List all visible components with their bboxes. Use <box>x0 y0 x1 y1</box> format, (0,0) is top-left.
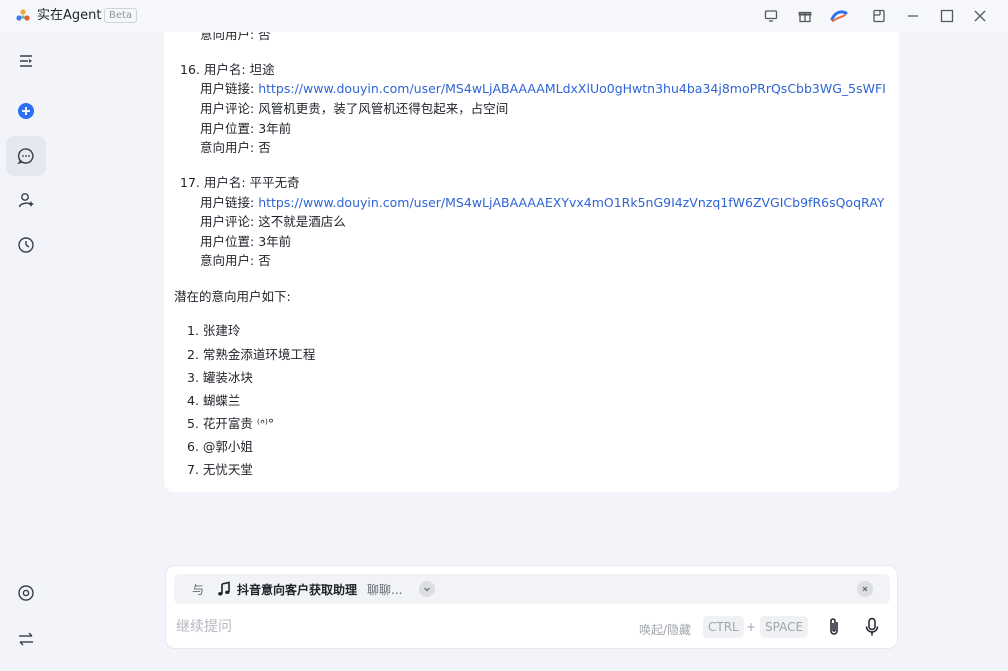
music-note-icon <box>218 581 230 596</box>
menu-collapse-icon[interactable] <box>6 41 46 81</box>
user-link-line: 用户链接: https://www.douyin.com/user/MS4wLj… <box>200 195 885 210</box>
sidebar <box>0 32 52 671</box>
user-comment-line: 用户评论: 风管机更贵，装了风管机还得包起来，占空间 <box>200 101 509 116</box>
new-chat-icon[interactable] <box>6 91 46 131</box>
plus-sign: + <box>746 620 757 634</box>
user-intent-line: 意向用户: 否 <box>200 140 271 155</box>
brand-swirl-icon[interactable] <box>829 6 849 26</box>
space-key: SPACE <box>760 616 809 638</box>
close-icon[interactable] <box>970 6 990 26</box>
app-title: 实在Agent <box>37 8 102 23</box>
partial-intent-line: 意向用户: 否 <box>200 32 271 42</box>
microphone-icon[interactable] <box>861 616 883 638</box>
list-item: 2. 常熟金添道环境工程 <box>187 347 316 362</box>
title-bar: 实在Agent Beta <box>0 0 1008 32</box>
list-item: 17. 用户名: 平平无奇 <box>180 175 300 190</box>
list-item: 3. 罐装冰块 <box>187 370 253 385</box>
list-item: 4. 蝴蝶兰 <box>187 393 241 408</box>
prompt-input[interactable] <box>176 616 616 638</box>
monitor-icon[interactable] <box>761 6 781 26</box>
potential-users-heading: 潜在的意向用户如下: <box>174 289 291 304</box>
panel-icon[interactable] <box>869 6 889 26</box>
settings-icon[interactable] <box>6 573 46 613</box>
user-intent-line: 意向用户: 否 <box>200 253 271 268</box>
list-item: 6. @郭小姐 <box>187 439 253 454</box>
user-comment-line: 用户评论: 这不就是酒店么 <box>200 214 346 229</box>
user-link-line: 用户链接: https://www.douyin.com/user/MS4wLj… <box>200 81 886 96</box>
list-item: 1. 张建玲 <box>187 323 241 338</box>
list-item: 5. 花开富贵 ⁽ᐢ⁾° <box>187 416 275 431</box>
close-agent-icon[interactable] <box>857 581 873 597</box>
chat-message-card: 意向用户: 否 16. 用户名: 坦途 用户链接: https://www.do… <box>164 32 899 492</box>
list-item: 16. 用户名: 坦途 <box>180 62 275 77</box>
beta-badge: Beta <box>104 8 138 23</box>
chat-icon[interactable] <box>6 136 46 176</box>
user-location-line: 用户位置: 3年前 <box>200 234 292 249</box>
minimize-icon[interactable] <box>903 6 923 26</box>
agent-name: 抖音意向客户获取助理 <box>237 583 358 597</box>
gift-icon[interactable] <box>795 6 815 26</box>
attach-icon[interactable] <box>823 616 845 638</box>
ctrl-key: CTRL <box>703 616 744 638</box>
switch-icon[interactable] <box>6 619 46 659</box>
maximize-icon[interactable] <box>937 6 957 26</box>
shortcut-hint: 唤起/隐藏 <box>639 623 692 637</box>
with-label: 与 <box>192 583 205 597</box>
chevron-down-icon[interactable] <box>419 581 435 597</box>
app-logo-icon <box>16 9 30 21</box>
list-item: 7. 无忧天堂 <box>187 462 253 477</box>
chat-input-box: 与 抖音意向客户获取助理 聊聊... 唤起/隐藏 CTRL + SPACE <box>165 565 898 649</box>
history-icon[interactable] <box>6 225 46 265</box>
user-location-line: 用户位置: 3年前 <box>200 121 292 136</box>
user-link[interactable]: https://www.douyin.com/user/MS4wLjABAAAA… <box>258 81 886 96</box>
agent-user-icon[interactable] <box>6 180 46 220</box>
agent-selector-bar[interactable]: 与 抖音意向客户获取助理 聊聊... <box>174 574 890 604</box>
agent-subtitle: 聊聊... <box>367 583 403 597</box>
user-link[interactable]: https://www.douyin.com/user/MS4wLjABAAAA… <box>258 195 884 210</box>
